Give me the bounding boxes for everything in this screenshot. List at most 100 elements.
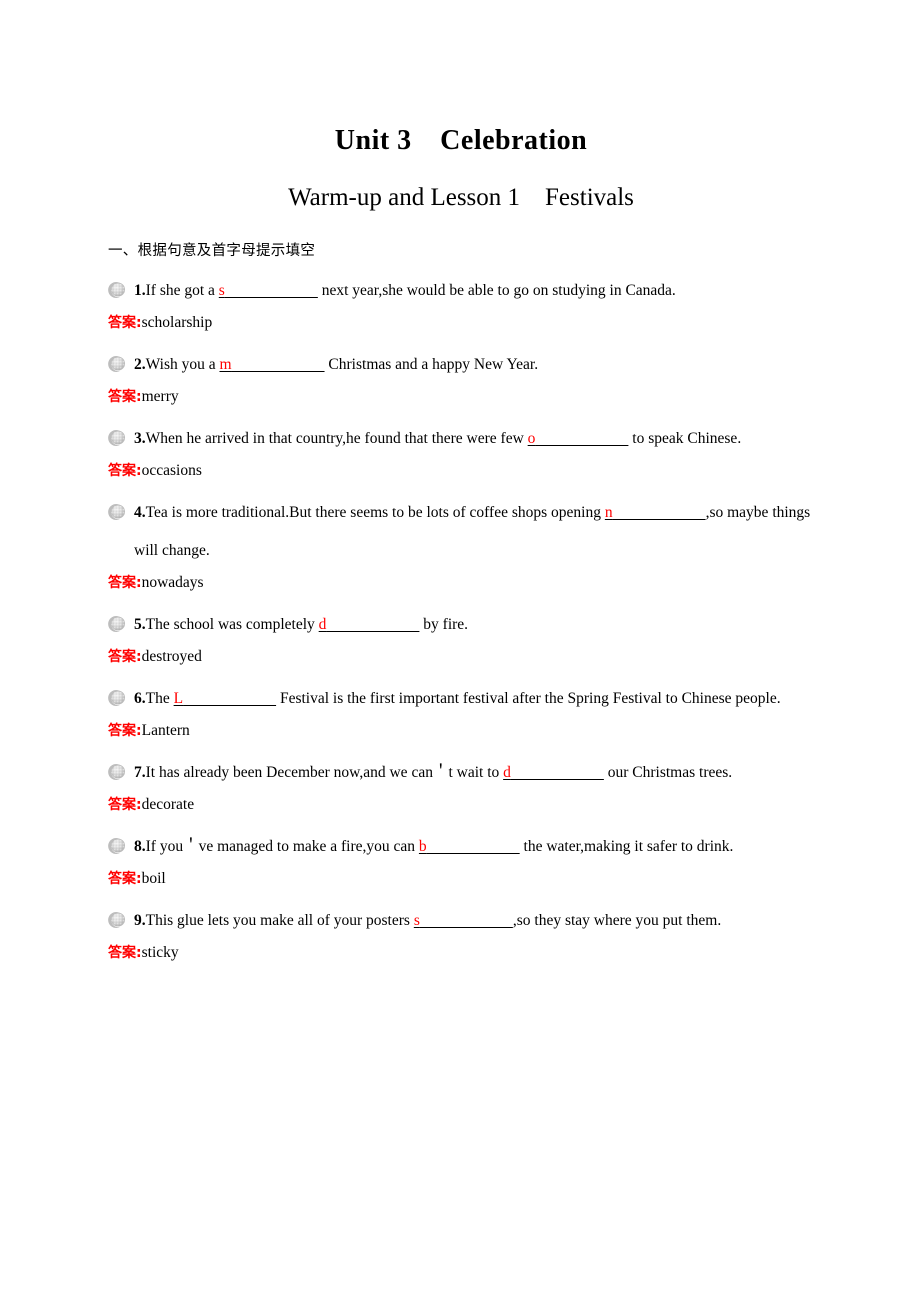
question-block: 7.It has already been December now,and w… (108, 744, 814, 818)
question-text-before-blank: The school was completely (145, 616, 319, 634)
worksheet-page: Unit 3 Celebration Warm-up and Lesson 1 … (0, 0, 920, 1302)
blank-rule: ____________ (427, 838, 520, 855)
question-text-after-blank: our Christmas trees. (603, 764, 733, 782)
answer-line: 答案:Lantern (108, 718, 814, 744)
question-text-after-blank: ,so they stay where you put them. (512, 912, 722, 930)
question-list: 1.If she got a s____________ next year,s… (108, 262, 814, 966)
question-text-after-blank: Christmas and a happy New Year. (324, 356, 539, 374)
lesson-subtitle: Warm-up and Lesson 1 Festivals (288, 183, 634, 211)
answer-label: 答案: (108, 797, 142, 814)
blank-rule: ____________ (183, 690, 276, 707)
answer-blank[interactable]: m____________ (219, 356, 324, 373)
answer-value: nowadays (141, 574, 204, 592)
answer-value: boil (141, 870, 166, 888)
question-text: 7.It has already been December now,and w… (108, 744, 814, 792)
answer-blank[interactable]: s____________ (414, 912, 513, 929)
answer-value: destroyed (141, 648, 202, 666)
answer-blank[interactable]: L____________ (174, 690, 276, 707)
question-block: 5.The school was completely d___________… (108, 596, 814, 670)
question-text-before-blank: When he arrived in that country,he found… (145, 430, 528, 448)
sphere-bullet-icon (108, 832, 126, 855)
question-number: 3. (134, 430, 146, 448)
answer-line: 答案:scholarship (108, 310, 814, 336)
answer-value: merry (141, 388, 179, 406)
question-text-before-blank: Wish you a (145, 356, 220, 374)
question-text-before-blank: It has already been December now,and we … (145, 764, 504, 782)
sphere-bullet-icon (108, 424, 126, 447)
answer-line: 答案:decorate (108, 792, 814, 818)
question-text-after-blank: next year,she would be able to go on stu… (317, 282, 676, 300)
answer-line: 答案:merry (108, 384, 814, 410)
question-text: 5.The school was completely d___________… (108, 596, 814, 644)
blank-rule: ____________ (420, 912, 513, 929)
question-text-before-blank: If she got a (145, 282, 219, 300)
question-block: 9.This glue lets you make all of your po… (108, 892, 814, 966)
answer-label: 答案: (108, 871, 142, 888)
answer-label: 答案: (108, 945, 142, 962)
question-text-before-blank: If you＇ve managed to make a fire,you can (145, 838, 419, 856)
page-title: Unit 3 Celebration (334, 125, 588, 156)
answer-value: occasions (141, 462, 202, 480)
question-text: 4.Tea is more traditional.But there seem… (108, 484, 814, 570)
answer-line: 答案:destroyed (108, 644, 814, 670)
document-content: Unit 3 Celebration Warm-up and Lesson 1 … (108, 0, 814, 966)
answer-line: 答案:sticky (108, 940, 814, 966)
blank-rule: ____________ (326, 616, 419, 633)
question-text: 2.Wish you a m____________ Christmas and… (108, 336, 814, 384)
question-text-before-blank: Tea is more traditional.But there seems … (145, 504, 605, 522)
question-block: 1.If she got a s____________ next year,s… (108, 262, 814, 336)
section-heading: 一、根据句意及首字母提示填空 (108, 243, 316, 260)
question-block: 8.If you＇ve managed to make a fire,you c… (108, 818, 814, 892)
blank-rule: ____________ (613, 504, 706, 521)
sphere-bullet-icon (108, 276, 126, 299)
question-number: 8. (134, 838, 146, 856)
answer-line: 答案:occasions (108, 458, 814, 484)
question-number: 1. (134, 282, 146, 300)
question-text-after-blank: by fire. (419, 616, 469, 634)
blank-rule: ____________ (535, 430, 628, 447)
question-text: 3.When he arrived in that country,he fou… (108, 410, 814, 458)
question-block: 6.The L____________ Festival is the firs… (108, 670, 814, 744)
sphere-bullet-icon (108, 684, 126, 707)
question-text: 9.This glue lets you make all of your po… (108, 892, 814, 940)
answer-value: scholarship (141, 314, 213, 332)
blank-rule: ____________ (225, 282, 318, 299)
question-number: 9. (134, 912, 146, 930)
question-number: 2. (134, 356, 146, 374)
sphere-bullet-icon (108, 906, 126, 929)
answer-line: 答案:nowadays (108, 570, 814, 596)
answer-label: 答案: (108, 389, 142, 406)
answer-blank[interactable]: n____________ (605, 504, 706, 521)
answer-label: 答案: (108, 723, 142, 740)
answer-value: Lantern (141, 722, 190, 740)
answer-label: 答案: (108, 575, 142, 592)
first-letter-hint: n (604, 504, 613, 522)
answer-blank[interactable]: o____________ (528, 430, 629, 447)
question-text: 8.If you＇ve managed to make a fire,you c… (108, 818, 814, 866)
question-text: 6.The L____________ Festival is the firs… (108, 670, 814, 718)
first-letter-hint: b (418, 838, 427, 856)
answer-value: decorate (141, 796, 195, 814)
answer-blank[interactable]: d____________ (319, 616, 420, 633)
answer-label: 答案: (108, 649, 142, 666)
question-text-after-blank: the water,making it safer to drink. (519, 838, 734, 856)
answer-blank[interactable]: s____________ (219, 282, 318, 299)
question-block: 2.Wish you a m____________ Christmas and… (108, 336, 814, 410)
answer-blank[interactable]: b____________ (419, 838, 520, 855)
question-number: 7. (134, 764, 146, 782)
question-number: 6. (134, 690, 146, 708)
sphere-bullet-icon (108, 350, 126, 373)
answer-line: 答案:boil (108, 866, 814, 892)
question-block: 3.When he arrived in that country,he fou… (108, 410, 814, 484)
question-number: 5. (134, 616, 146, 634)
first-letter-hint: L (173, 690, 184, 708)
answer-label: 答案: (108, 463, 142, 480)
question-block: 4.Tea is more traditional.But there seem… (108, 484, 814, 596)
answer-blank[interactable]: d____________ (503, 764, 604, 781)
question-text-after-blank: Festival is the first important festival… (276, 690, 781, 708)
answer-value: sticky (141, 944, 179, 962)
question-number: 4. (134, 504, 146, 522)
first-letter-hint: d (503, 764, 511, 782)
question-text: 1.If she got a s____________ next year,s… (108, 262, 814, 310)
sphere-bullet-icon (108, 610, 126, 633)
